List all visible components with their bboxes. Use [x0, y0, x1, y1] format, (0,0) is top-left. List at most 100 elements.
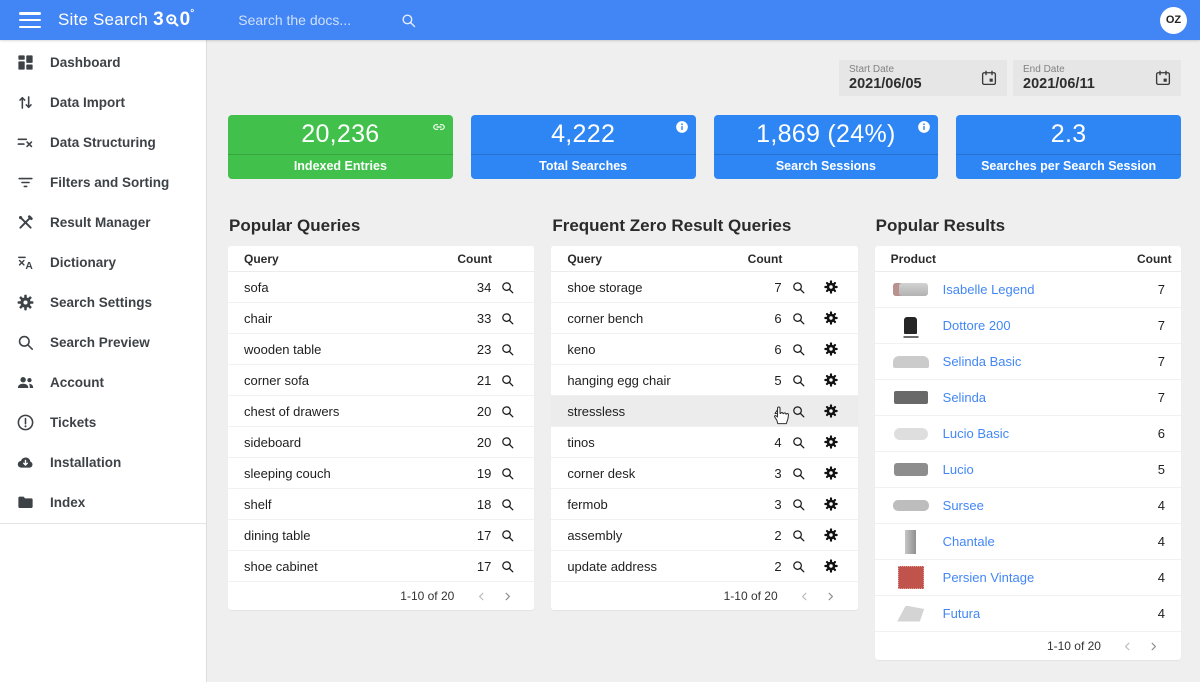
query-settings-button[interactable] — [815, 310, 848, 326]
query-cell: shoe storage — [567, 280, 747, 295]
sidebar-item-label: Account — [50, 375, 104, 390]
sidebar-item-data-structuring[interactable]: Data Structuring — [0, 122, 206, 162]
product-link[interactable]: Selinda — [943, 390, 986, 405]
search-query-button[interactable] — [782, 497, 815, 512]
query-settings-button[interactable] — [815, 496, 848, 512]
info-icon[interactable] — [917, 120, 931, 134]
info-icon[interactable] — [675, 120, 689, 134]
sidebar-item-dictionary[interactable]: Dictionary — [0, 242, 206, 282]
stat-label: Searches per Search Session — [956, 154, 1181, 178]
query-settings-button[interactable] — [815, 465, 848, 481]
sidebar-item-dashboard[interactable]: Dashboard — [0, 42, 206, 82]
logo-lens-icon — [165, 13, 180, 28]
product-link[interactable]: Persien Vintage — [943, 570, 1035, 585]
query-cell: stressless — [567, 404, 747, 419]
search-icon — [791, 466, 806, 481]
search-icon — [500, 497, 515, 512]
calendar-icon[interactable] — [980, 69, 998, 87]
sidebar-item-search-settings[interactable]: Search Settings — [0, 282, 206, 322]
table-row: dining table17 — [228, 520, 534, 551]
next-page-button[interactable] — [1141, 636, 1167, 656]
start-date-picker[interactable]: Start Date 2021/06/05 — [839, 60, 1007, 96]
search-query-button[interactable] — [782, 311, 815, 326]
table-header: Query Count — [551, 246, 857, 272]
search-query-button[interactable] — [491, 466, 524, 481]
search-icon — [500, 528, 515, 543]
search-query-button[interactable] — [491, 559, 524, 574]
search-query-button[interactable] — [491, 435, 524, 450]
prev-page-button[interactable] — [792, 586, 818, 606]
product-link[interactable]: Dottore 200 — [943, 318, 1011, 333]
search-query-button[interactable] — [491, 342, 524, 357]
count-cell: 5 — [748, 373, 782, 388]
search-query-button[interactable] — [782, 342, 815, 357]
sidebar-item-installation[interactable]: Installation — [0, 442, 206, 482]
stat-value: 1,869 (24%) — [714, 115, 939, 154]
sidebar-item-result-manager[interactable]: Result Manager — [0, 202, 206, 242]
table-row: chest of drawers20 — [228, 396, 534, 427]
product-link[interactable]: Selinda Basic — [943, 354, 1022, 369]
product-link[interactable]: Isabelle Legend — [943, 282, 1035, 297]
search-query-button[interactable] — [491, 373, 524, 388]
popular-queries-table: Query Count sofa34 chair33 wooden table2… — [228, 246, 534, 610]
product-link[interactable]: Lucio Basic — [943, 426, 1009, 441]
sidebar-item-search-preview[interactable]: Search Preview — [0, 322, 206, 362]
calendar-icon[interactable] — [1154, 69, 1172, 87]
sidebar-item-account[interactable]: Account — [0, 362, 206, 402]
tools-icon — [16, 213, 35, 232]
search-query-button[interactable] — [491, 497, 524, 512]
query-cell: corner sofa — [244, 373, 457, 388]
search-icon — [791, 497, 806, 512]
docs-search-input[interactable] — [238, 12, 388, 28]
menu-icon[interactable] — [19, 12, 41, 28]
pagination: 1-10 of 20 — [228, 582, 534, 610]
product-link[interactable]: Chantale — [943, 534, 995, 549]
search-query-button[interactable] — [782, 373, 815, 388]
product-link[interactable]: Sursee — [943, 498, 984, 513]
query-settings-button[interactable] — [815, 403, 848, 419]
table-row: sofa34 — [228, 272, 534, 303]
search-query-button[interactable] — [782, 435, 815, 450]
query-settings-button[interactable] — [815, 279, 848, 295]
stat-card-indexed-entries: 20,236 Indexed Entries — [228, 115, 453, 179]
prev-page-button[interactable] — [468, 586, 494, 606]
query-settings-button[interactable] — [815, 434, 848, 450]
product-thumbnail — [891, 385, 931, 411]
next-page-button[interactable] — [494, 586, 520, 606]
section-title: Popular Results — [876, 216, 1181, 236]
end-date-picker[interactable]: End Date 2021/06/11 — [1013, 60, 1181, 96]
table-row: Chantale4 — [875, 524, 1181, 560]
table-row: Sursee4 — [875, 488, 1181, 524]
sidebar-item-tickets[interactable]: Tickets — [0, 402, 206, 442]
avatar[interactable]: OZ — [1160, 7, 1187, 34]
search-icon — [500, 466, 515, 481]
product-thumbnail — [891, 493, 931, 519]
query-settings-button[interactable] — [815, 341, 848, 357]
link-icon[interactable] — [432, 120, 446, 134]
search-query-button[interactable] — [491, 528, 524, 543]
search-query-button[interactable] — [491, 311, 524, 326]
sidebar-item-index[interactable]: Index — [0, 482, 206, 522]
product-link[interactable]: Futura — [943, 606, 981, 621]
gear-icon — [16, 293, 35, 312]
query-settings-button[interactable] — [815, 372, 848, 388]
query-settings-button[interactable] — [815, 527, 848, 543]
product-link[interactable]: Lucio — [943, 462, 974, 477]
search-query-button[interactable] — [782, 559, 815, 574]
query-settings-button[interactable] — [815, 558, 848, 574]
search-query-button[interactable] — [782, 404, 815, 419]
sidebar-item-filters-sorting[interactable]: Filters and Sorting — [0, 162, 206, 202]
search-query-button[interactable] — [491, 280, 524, 295]
search-query-button[interactable] — [782, 466, 815, 481]
table-row: hanging egg chair5 — [551, 365, 857, 396]
next-page-button[interactable] — [818, 586, 844, 606]
search-query-button[interactable] — [782, 280, 815, 295]
sidebar-item-data-import[interactable]: Data Import — [0, 82, 206, 122]
table-row: Dottore 2007 — [875, 308, 1181, 344]
count-cell: 7 — [1135, 390, 1165, 405]
search-icon[interactable] — [400, 12, 417, 29]
search-query-button[interactable] — [491, 404, 524, 419]
logo-text: Site Search — [58, 10, 148, 30]
search-query-button[interactable] — [782, 528, 815, 543]
prev-page-button[interactable] — [1115, 636, 1141, 656]
